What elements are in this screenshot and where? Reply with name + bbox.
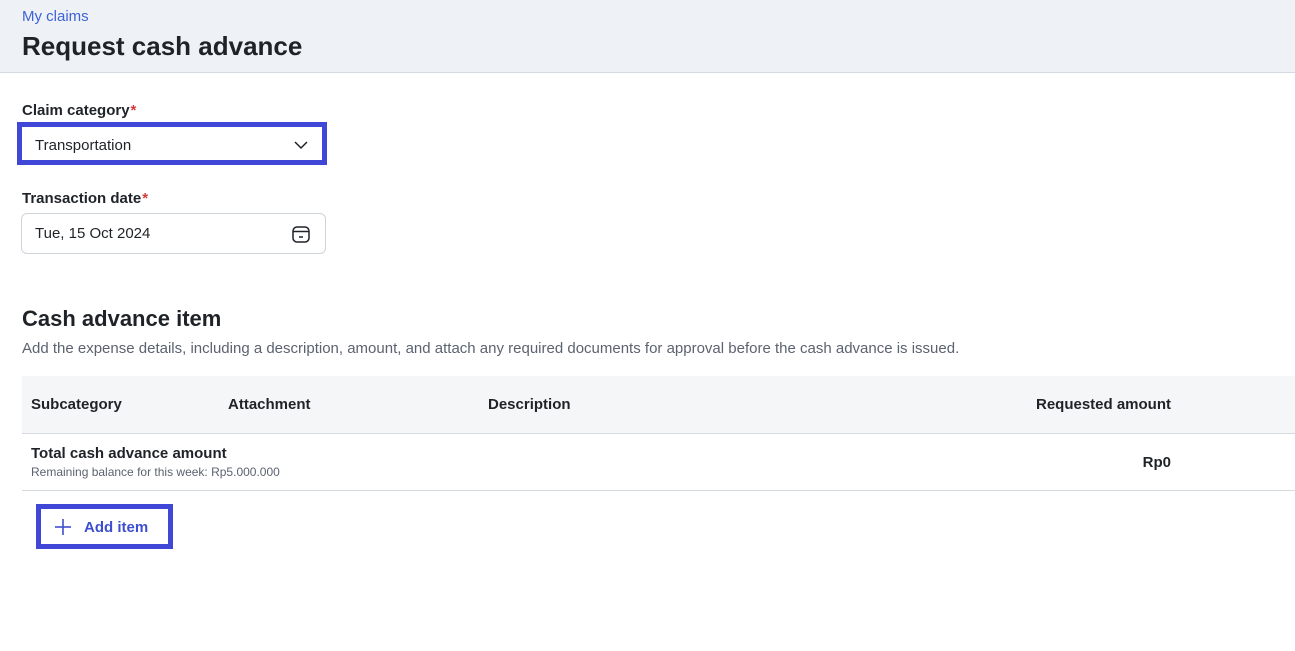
column-header-attachment: Attachment [228, 396, 311, 413]
add-item-label: Add item [84, 519, 149, 536]
total-amount: Rp0 [1142, 454, 1171, 471]
page-title: Request cash advance [22, 31, 303, 61]
column-header-subcategory: Subcategory [31, 396, 122, 413]
section-title: Cash advance item [22, 306, 222, 331]
transaction-date-label-text: Transaction date [22, 190, 142, 207]
add-item-button[interactable]: Add item [36, 504, 173, 549]
total-title: Total cash advance amount [31, 445, 227, 462]
chevron-down-icon [294, 141, 308, 150]
section-description: Add the expense details, including a des… [22, 340, 960, 357]
claim-category-value: Transportation [35, 137, 132, 154]
claim-category-select[interactable]: Transportation [17, 122, 327, 165]
required-mark: * [130, 102, 137, 119]
calendar-icon[interactable] [291, 224, 311, 244]
column-header-description: Description [488, 396, 571, 413]
required-mark: * [142, 190, 149, 207]
page-header: My claims Request cash advance [0, 0, 1295, 73]
claim-category-label: Claim category* [22, 102, 136, 119]
table-header: Subcategory Attachment Description Reque… [22, 376, 1295, 434]
table-row-total: Total cash advance amount Remaining bala… [22, 435, 1295, 491]
transaction-date-field[interactable]: Tue, 15 Oct 2024 [21, 213, 326, 254]
plus-icon [55, 519, 71, 535]
claim-category-label-text: Claim category [22, 102, 130, 119]
transaction-date-label: Transaction date* [22, 190, 148, 207]
remaining-balance: Remaining balance for this week: Rp5.000… [31, 465, 280, 479]
column-header-requested-amount: Requested amount [1035, 396, 1171, 413]
breadcrumb-my-claims[interactable]: My claims [22, 8, 89, 25]
transaction-date-value: Tue, 15 Oct 2024 [35, 225, 151, 242]
